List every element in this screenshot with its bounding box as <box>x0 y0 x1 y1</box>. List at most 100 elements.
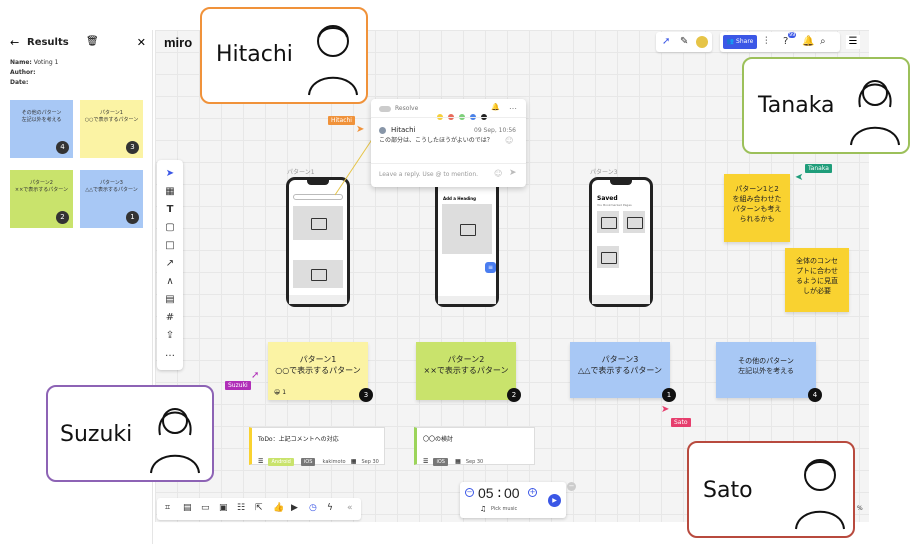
timer-minimize-icon[interactable]: − <box>567 482 576 491</box>
emoji-icon[interactable]: ☺ <box>505 136 513 145</box>
upload-icon[interactable]: ⇪ <box>164 330 176 342</box>
emoji-icon[interactable]: ☺ <box>494 169 502 178</box>
sticky-note-other[interactable]: その他のパターン 左記以外を考える <box>716 342 816 398</box>
sticky-note-pattern1[interactable]: パターン1 ○○で表示するパターン 😀 1 <box>268 342 368 400</box>
comment-date: 09 Sep, 10:56 <box>474 127 516 134</box>
person-name: Suzuki <box>60 422 133 447</box>
timer-minutes[interactable]: 05 <box>478 485 494 501</box>
timer-widget[interactable]: − 05 : 00 + ▶ ♫ Pick music <box>460 482 566 518</box>
select-icon[interactable]: ➤ <box>164 168 176 180</box>
cursor-icon: ➤ <box>795 172 804 183</box>
sticky-note-idea[interactable]: パターン1と2 を組み合わせた パターンも考え られるかも <box>724 174 790 242</box>
avatar[interactable] <box>696 36 708 48</box>
result-note[interactable]: パターン1 ○○で表示するパターン 3 <box>80 100 143 158</box>
result-note[interactable]: パターン3 △△で表示するパターン 1 <box>80 170 143 228</box>
reply-input[interactable]: Leave a reply. Use @ to mention. <box>379 171 478 178</box>
phone-bottom-nav <box>438 296 496 304</box>
task-card[interactable]: ToDo：上記コメントへの対応 ☰ Android iOS kakimoto ▦… <box>249 427 385 466</box>
more-icon[interactable]: … <box>509 102 517 111</box>
sticky-note-icon[interactable]: ▢ <box>164 222 176 234</box>
screen-share-icon[interactable]: ▣ <box>219 503 228 513</box>
frame-icon[interactable]: # <box>164 312 176 324</box>
result-note[interactable]: パターン2 ××で表示するパターン 2 <box>10 170 73 228</box>
phone-heading: Add a Heading <box>443 196 477 201</box>
help-icon[interactable]: ? <box>783 36 788 48</box>
trash-icon[interactable]: 🗑 <box>86 36 99 47</box>
vote-count-badge: 3 <box>126 141 139 154</box>
share-button[interactable]: 👥 Share <box>723 35 757 49</box>
minus-button[interactable]: − <box>465 488 474 497</box>
vote-count-badge: 2 <box>56 211 69 224</box>
image-placeholder <box>442 204 492 254</box>
results-author: Author: <box>10 69 36 76</box>
vote-icon[interactable]: 👍 <box>273 503 284 513</box>
bell-icon[interactable]: 🔔 <box>491 103 500 111</box>
text-icon[interactable]: T <box>164 204 176 216</box>
person-callout-hitachi: Hitachi <box>200 7 368 104</box>
vote-badge: 1 <box>662 388 676 402</box>
person-icon <box>308 25 358 96</box>
card-title: 〇〇の検討 <box>423 436 454 443</box>
connector-icon[interactable]: ↗ <box>164 258 176 270</box>
collapse-icon[interactable]: « <box>347 503 353 513</box>
comment-author: Hitachi <box>391 126 416 134</box>
export-icon[interactable]: ⇱ <box>255 503 263 513</box>
shape-icon[interactable]: □ <box>164 240 176 252</box>
search-icon[interactable]: ⌕ <box>820 36 826 48</box>
close-icon[interactable]: ✕ <box>137 36 146 49</box>
pen-icon[interactable]: ∧ <box>164 276 176 288</box>
results-date: Date: <box>10 79 29 86</box>
plus-button[interactable]: + <box>528 488 537 497</box>
template-icon[interactable]: ▦ <box>164 186 176 198</box>
lightning-icon[interactable]: ϟ <box>327 503 333 513</box>
play-button[interactable]: ▶ <box>548 494 561 507</box>
sticky-note-pattern3[interactable]: パターン3 △△で表示するパターン <box>570 342 670 398</box>
timer-seconds[interactable]: 00 <box>504 485 520 501</box>
sticky-note-review[interactable]: 全体のコンセ プトに合わせ るように見直 しが必要 <box>785 248 849 312</box>
cursor-label-hitachi: Hitachi <box>328 116 355 125</box>
cursor-icon[interactable]: ➚ <box>662 36 670 48</box>
phone-mockup-2[interactable]: Add a Heading <box>435 177 499 307</box>
phone-subheading: You Bookmarked Pages <box>597 203 632 207</box>
zoom-level[interactable]: % <box>857 505 863 512</box>
board-menu-icon[interactable]: ☰ <box>846 35 860 49</box>
comment-icon[interactable]: ▤ <box>164 294 176 306</box>
more-icon[interactable]: … <box>164 348 176 360</box>
video-icon[interactable]: ▶ <box>291 503 298 513</box>
collab-toolbar: ➚ ✎ <box>656 32 712 52</box>
phone-heading: Saved <box>597 195 618 202</box>
timer-icon[interactable]: ◷ <box>309 503 317 513</box>
sticky-note-pattern2[interactable]: パターン2 ××で表示するパターン <box>416 342 516 400</box>
frames-icon[interactable]: ⌗ <box>165 503 170 513</box>
send-icon[interactable]: ➤ <box>509 168 517 178</box>
due-date: Sep 30 <box>465 459 484 465</box>
resolve-toggle[interactable] <box>379 106 391 112</box>
pen-icon[interactable]: ✎ <box>680 36 688 48</box>
cursor-icon: ➤ <box>661 404 670 415</box>
cards-icon[interactable]: ☷ <box>237 503 245 513</box>
music-icon: ♫ <box>480 505 487 513</box>
comment-icon[interactable]: ▤ <box>183 503 192 513</box>
vote-count: 😀 1 <box>274 389 287 396</box>
pick-music-label[interactable]: Pick music <box>491 506 517 512</box>
miro-logo[interactable]: miro <box>164 35 192 50</box>
share-toolbar: 👥 Share ⫶ ? 99 🔔 ⌕ <box>720 32 840 52</box>
phone-mockup-3[interactable]: Saved You Bookmarked Pages <box>589 177 653 307</box>
phone-bottom-nav <box>592 295 650 304</box>
comment-marker-icon[interactable]: ≡ <box>485 262 496 273</box>
chat-icon[interactable]: ▭ <box>201 503 210 513</box>
back-arrow-icon[interactable]: ← <box>10 36 19 49</box>
assignee: kakimoto <box>322 459 346 465</box>
avatar <box>379 127 386 134</box>
bell-icon[interactable]: 🔔 <box>802 36 814 48</box>
comment-popup[interactable]: Resolve 🔔 … Hitachi 09 Sep, 10:56 この部分は、… <box>371 99 526 187</box>
cursor-label-suzuki: Suzuki <box>225 381 251 390</box>
image-placeholder <box>597 246 619 268</box>
task-card[interactable]: 〇〇の検討 ☰ iOS ▦ Sep 30 <box>414 427 535 466</box>
settings-sliders-icon[interactable]: ⫶ <box>765 36 768 48</box>
result-note[interactable]: その他のパターン 左記以外を考える 4 <box>10 100 73 158</box>
calendar-icon: ▦ <box>455 458 461 465</box>
frame-label: パターン3 <box>590 169 618 176</box>
person-icon <box>150 408 200 474</box>
color-picker[interactable] <box>437 105 488 124</box>
